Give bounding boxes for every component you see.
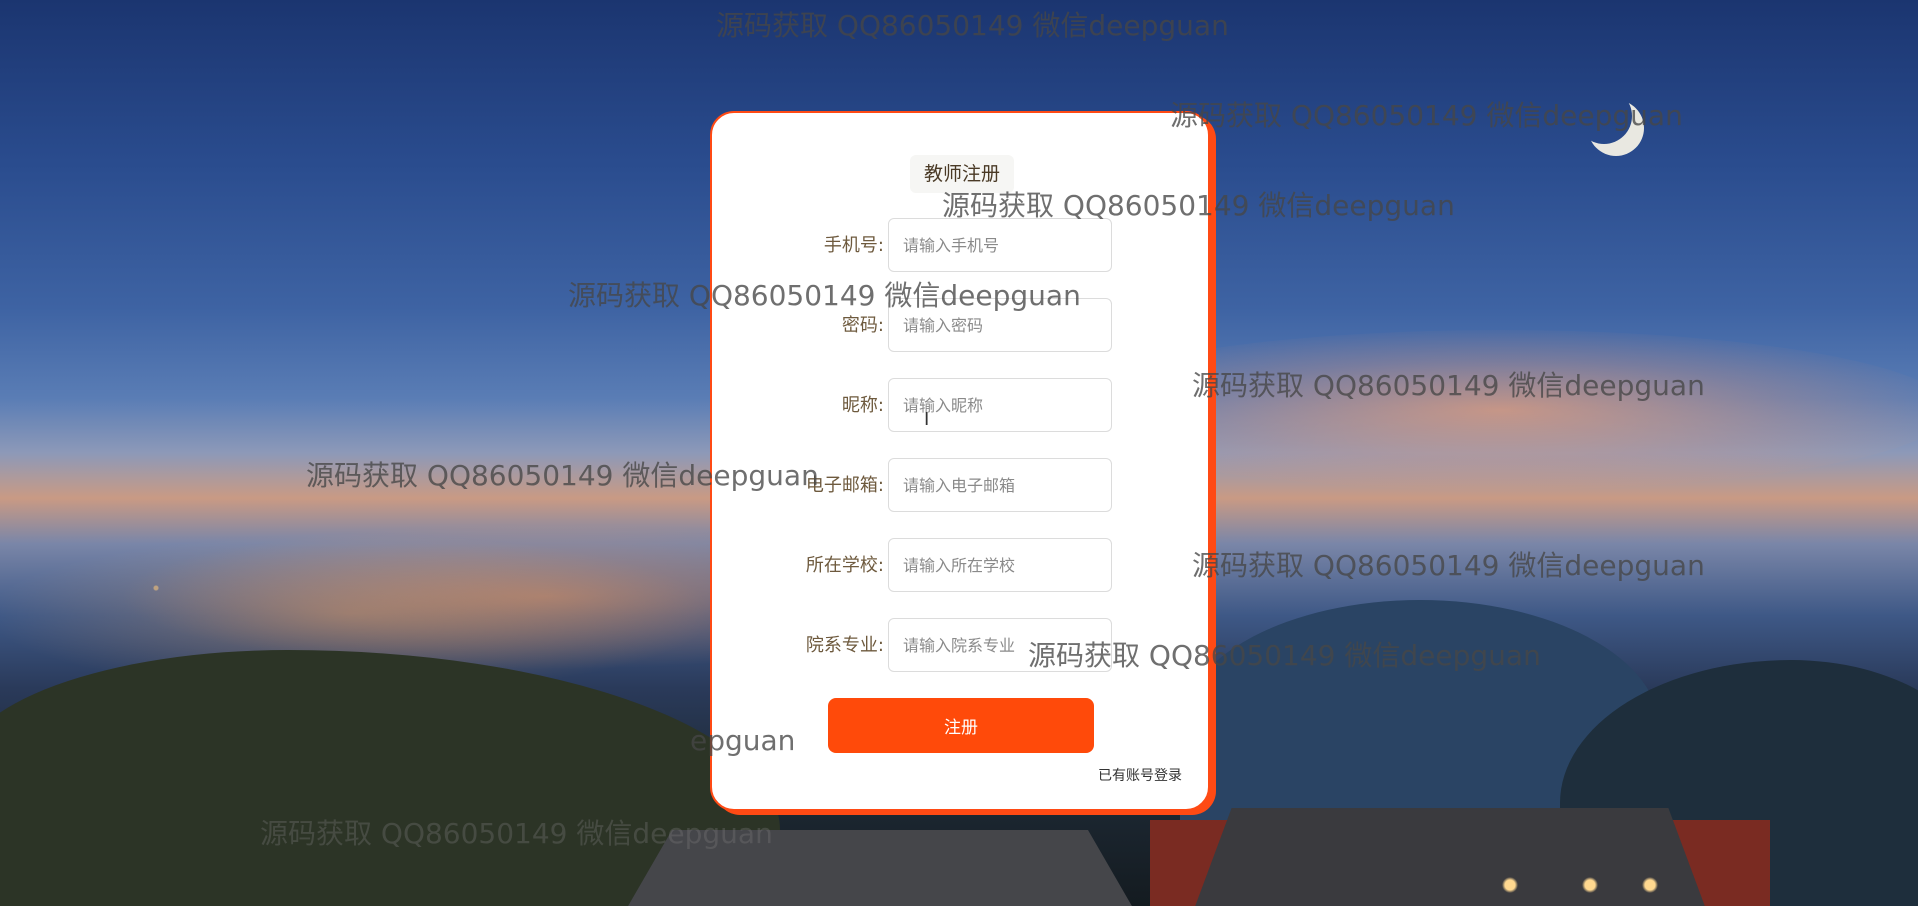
page-title: 教师注册 [910,155,1014,193]
phone-input[interactable] [888,218,1112,272]
department-label: 院系专业: [805,635,884,656]
password-row: 密码: [712,298,1212,354]
phone-label: 手机号: [823,235,884,256]
school-label: 所在学校: [805,555,884,576]
nickname-label: 昵称: [841,395,884,416]
school-row: 所在学校: [712,538,1212,594]
temple-lights [1480,870,1680,900]
department-row: 院系专业: [712,618,1212,674]
login-link[interactable]: 已有账号登录 [1098,765,1182,785]
school-input[interactable] [888,538,1112,592]
department-input[interactable] [888,618,1112,672]
nickname-input[interactable] [888,378,1112,432]
password-input[interactable] [888,298,1112,352]
email-input[interactable] [888,458,1112,512]
password-label: 密码: [841,315,884,336]
email-label: 电子邮箱: [805,475,884,496]
register-button[interactable]: 注册 [828,698,1094,753]
phone-row: 手机号: [712,218,1212,274]
nickname-row: 昵称: [712,378,1212,434]
email-row: 电子邮箱: [712,458,1212,514]
moon-icon [1576,88,1632,144]
text-cursor-icon: I [924,409,930,430]
register-card: 教师注册 手机号: 密码: 昵称: 电子邮箱: 所在学校: 院系专业: 注册 已… [710,111,1210,811]
